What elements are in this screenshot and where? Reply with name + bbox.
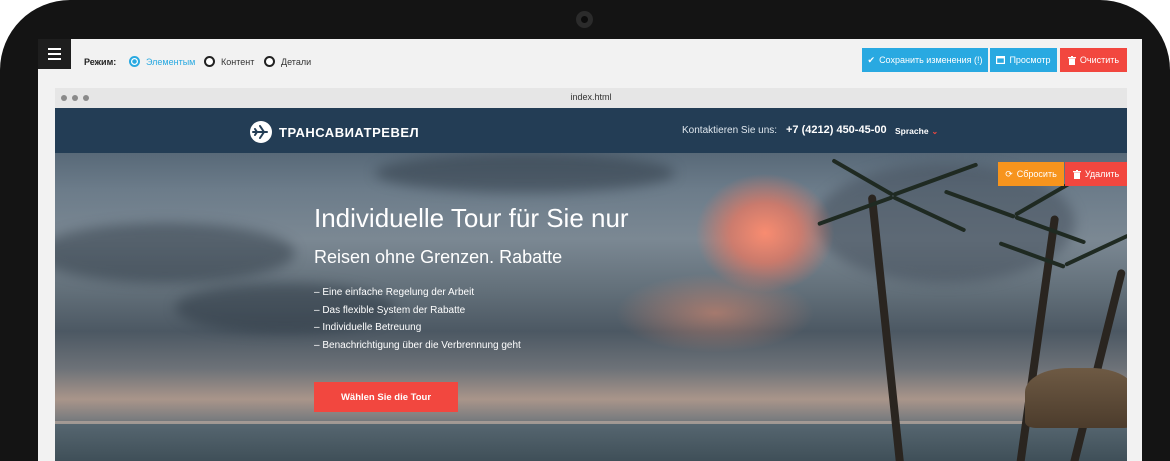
beach-hut <box>1025 368 1127 428</box>
radio-icon <box>264 56 275 67</box>
trash-icon <box>1072 169 1081 179</box>
feature-list: – Eine einfache Regelung der Arbeit – Da… <box>314 284 614 354</box>
mode-radio-label: Элементым <box>146 56 196 67</box>
menu-icon[interactable] <box>38 39 71 69</box>
clear-button-label: Очистить <box>1079 55 1120 65</box>
reset-button-label: Сбросить <box>1016 169 1057 179</box>
save-button-label: Сохранить изменения (!) <box>879 55 983 65</box>
browser-chrome: index.html <box>55 88 1127 108</box>
check-icon: ✔ <box>867 54 876 65</box>
chevron-down-icon: ⌄ <box>931 126 939 136</box>
delete-button-label: Удалить <box>1084 169 1120 179</box>
feature-item: – Benachrichtigung über die Verbrennung … <box>314 339 521 351</box>
feature-item: – Individuelle Betreuung <box>314 322 422 334</box>
camera-icon <box>576 11 593 28</box>
language-select[interactable]: Sprache ⌄ <box>895 126 938 136</box>
contact-label: Kontaktieren Sie uns: <box>682 125 778 136</box>
trash-icon <box>1067 55 1076 65</box>
hero-title: Individuelle Tour für Sie nur <box>314 203 629 233</box>
radio-icon <box>129 56 140 67</box>
delete-button[interactable]: Удалить <box>1065 162 1127 186</box>
mode-radio-details[interactable]: Детали <box>264 56 311 67</box>
mode-radio-content[interactable]: Контент <box>204 56 254 67</box>
sunset-cloud <box>615 273 815 353</box>
preview-browser: index.html ТРАНСАВИАТРЕВЕЛ Kontaktieren … <box>55 88 1127 461</box>
language-label: Sprache <box>895 126 929 136</box>
cloud-shape <box>55 223 295 283</box>
mode-radio-elements[interactable]: Элементым <box>129 56 195 67</box>
radio-icon <box>204 56 215 67</box>
save-button[interactable]: ✔ Сохранить изменения (!) <box>862 48 988 72</box>
phone-number[interactable]: +7 (4212) 450-45-00 <box>786 124 887 136</box>
feature-item: – Eine einfache Regelung der Arbeit <box>314 287 475 298</box>
hero-subtitle: Reisen ohne Grenzen. Rabatte <box>314 247 563 267</box>
cloud-shape <box>375 153 675 193</box>
editor-screen: Режим: Элементым Контент Детали ✔ Сохран… <box>38 39 1142 461</box>
preview-button[interactable]: Просмотр <box>990 48 1057 72</box>
site-header: ТРАНСАВИАТРЕВЕЛ Kontaktieren Sie uns: +7… <box>55 108 1127 153</box>
preview-button-label: Просмотр <box>1009 55 1051 65</box>
mode-radio-label: Детали <box>281 56 312 67</box>
plane-logo-icon <box>250 121 272 143</box>
mode-label: Режим: <box>84 57 117 67</box>
hero-section: ⟳ Сбросить Удалить Individuelle Tour für… <box>55 153 1127 461</box>
browser-title: index.html <box>570 92 612 102</box>
logo-text: ТРАНСАВИАТРЕВЕЛ <box>279 124 420 140</box>
reset-button[interactable]: ⟳ Сбросить <box>998 162 1064 186</box>
device-frame: Режим: Элементым Контент Детали ✔ Сохран… <box>0 0 1170 461</box>
choose-tour-button[interactable]: Wählen Sie die Tour <box>314 382 458 412</box>
sea <box>55 424 1127 461</box>
refresh-icon: ⟳ <box>1005 168 1013 179</box>
clear-button[interactable]: Очистить <box>1060 48 1127 72</box>
window-icon <box>996 56 1006 64</box>
site-logo[interactable]: ТРАНСАВИАТРЕВЕЛ <box>249 120 419 144</box>
feature-item: – Das flexible System der Rabatte <box>314 304 466 316</box>
mode-radio-label: Контент <box>221 56 255 67</box>
